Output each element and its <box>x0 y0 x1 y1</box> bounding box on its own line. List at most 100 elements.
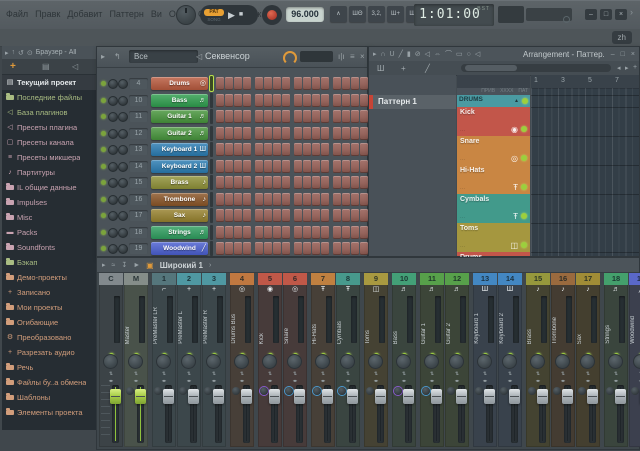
channel-button[interactable]: Keyboard 2Ш <box>151 160 208 173</box>
step-cell[interactable] <box>216 160 224 173</box>
up-icon[interactable]: ↑ <box>12 49 16 56</box>
step-cell[interactable] <box>360 127 368 140</box>
step-cell[interactable] <box>273 176 281 189</box>
browser-item[interactable]: Элементы проекта <box>2 405 96 420</box>
pan-knob[interactable] <box>124 353 148 371</box>
pan-knob[interactable] <box>526 353 550 371</box>
step-cell[interactable] <box>273 127 281 140</box>
step-cell[interactable] <box>294 94 302 107</box>
file-icon[interactable]: ▤ <box>42 62 50 71</box>
step-cell[interactable] <box>234 127 242 140</box>
pan-knob[interactable] <box>392 353 416 371</box>
pan-knob[interactable] <box>99 353 123 371</box>
mixer-strip-number[interactable]: 13 <box>473 273 497 285</box>
mixer-strip[interactable]: 16♪Trombone⇅◂▸ <box>551 273 575 447</box>
step-cell[interactable] <box>264 242 272 255</box>
mixer-strip[interactable]: 14ШKeyboard 2⇅◂▸ <box>498 273 522 447</box>
pan-knob[interactable] <box>473 353 497 371</box>
minimize-button[interactable]: – <box>585 9 597 20</box>
channel-volume-knob[interactable] <box>118 244 128 254</box>
search-icon[interactable]: ⊙ <box>27 49 33 57</box>
mixer-strip[interactable]: 10♬Bass⇅◂▸ <box>392 273 416 447</box>
channel-volume-knob[interactable] <box>118 162 128 172</box>
browser-item[interactable]: ♪Партитуры <box>2 165 96 180</box>
playlist-track-header[interactable]: Kick···◉ <box>457 107 530 136</box>
pan-knob[interactable] <box>551 353 575 371</box>
step-cell[interactable] <box>225 143 233 156</box>
step-cell[interactable] <box>273 94 281 107</box>
step-cell[interactable] <box>216 127 224 140</box>
channel-pan-knob[interactable] <box>108 145 118 155</box>
browser-item[interactable]: ≡Пресеты микшера <box>2 150 96 165</box>
mixer-strip-number[interactable]: 12 <box>445 273 469 285</box>
mixer-strip[interactable]: MMaster⇅◂▸ <box>124 273 148 447</box>
mixer-strip-number[interactable]: 8 <box>336 273 360 285</box>
step-cell[interactable] <box>321 226 329 239</box>
step-cell[interactable] <box>264 77 272 90</box>
playlist-timeline[interactable]: 1357 <box>531 75 639 89</box>
step-cell[interactable] <box>255 143 263 156</box>
pan-knob[interactable] <box>604 353 628 371</box>
mixer-strip-number[interactable]: 19 <box>629 273 640 285</box>
pattern-item[interactable]: Паттерн 1 <box>369 95 456 109</box>
browser-item[interactable]: ▢Пресеты канала <box>2 135 96 150</box>
mixer-strip[interactable]: 6◎Snare⇅◂▸ <box>283 273 307 447</box>
channel-mute-led[interactable] <box>101 114 106 119</box>
step-cell[interactable] <box>282 110 290 123</box>
mixer-strip[interactable]: 2+PreMaster L⇅◂▸ <box>177 273 201 447</box>
mixer-strip[interactable]: 5◉Kick⇅◂▸ <box>258 273 282 447</box>
step-cell[interactable] <box>303 143 311 156</box>
step-cell[interactable] <box>342 226 350 239</box>
scroll-right-icon[interactable]: ▸ <box>625 64 629 72</box>
sep-knob[interactable] <box>394 387 402 395</box>
play-icon[interactable]: ▶ <box>228 6 235 24</box>
mixer-strip-number[interactable]: 15 <box>526 273 550 285</box>
channel-volume-knob[interactable] <box>118 228 128 238</box>
step-cell[interactable] <box>234 143 242 156</box>
scroll-left-icon[interactable]: ◂ <box>617 64 621 72</box>
channel-graph-bar[interactable] <box>210 126 213 141</box>
step-cell[interactable] <box>255 176 263 189</box>
channel-button[interactable]: Guitar 1♬ <box>151 110 208 123</box>
step-cell[interactable] <box>351 160 359 173</box>
browser-item[interactable]: ◁База плагинов <box>2 105 96 120</box>
step-cell[interactable] <box>234 226 242 239</box>
step-cell[interactable] <box>225 242 233 255</box>
step-cell[interactable] <box>234 193 242 206</box>
playlist-track-header[interactable]: Cymbals···Ŧ <box>457 194 530 223</box>
sep-knob[interactable] <box>179 387 187 395</box>
step-cell[interactable] <box>303 127 311 140</box>
browser-item[interactable]: Misc <box>2 210 96 225</box>
pan-knob[interactable] <box>576 353 600 371</box>
step-cell[interactable] <box>294 160 302 173</box>
sep-knob[interactable] <box>447 387 455 395</box>
step-cell[interactable] <box>321 242 329 255</box>
step-cell[interactable] <box>294 193 302 206</box>
scrollbar-thumb[interactable] <box>465 65 517 71</box>
channel-pan-knob[interactable] <box>108 79 118 89</box>
collapse-icon[interactable]: ▸ <box>102 261 106 269</box>
playlist-grid[interactable]: 1357 <box>531 75 639 256</box>
step-cell[interactable] <box>333 226 341 239</box>
step-cell[interactable] <box>294 242 302 255</box>
step-cell[interactable] <box>243 110 251 123</box>
channel-button[interactable]: Bass♬ <box>151 94 208 107</box>
step-cell[interactable] <box>255 77 263 90</box>
step-cell[interactable] <box>225 127 233 140</box>
channel-mute-led[interactable] <box>101 197 106 202</box>
browser-item[interactable]: Soundfonts <box>2 240 96 255</box>
mixer-strip[interactable]: 4◎Drums Bus⇅◂▸ <box>230 273 254 447</box>
mixer-track-number[interactable]: 4 <box>129 78 148 89</box>
browser-item[interactable]: ▤Текущий проект <box>2 75 96 90</box>
step-cell[interactable] <box>264 193 272 206</box>
menu-item-добавит[interactable]: Добавит <box>67 9 102 19</box>
step-cell[interactable] <box>225 226 233 239</box>
step-cell[interactable] <box>303 94 311 107</box>
save-icon[interactable]: ↧ <box>121 261 127 269</box>
step-cell[interactable] <box>282 193 290 206</box>
track-enable-led[interactable] <box>522 98 528 104</box>
step-cell[interactable] <box>360 110 368 123</box>
step-cell[interactable] <box>225 193 233 206</box>
step-cell[interactable] <box>225 209 233 222</box>
step-cell[interactable] <box>342 176 350 189</box>
